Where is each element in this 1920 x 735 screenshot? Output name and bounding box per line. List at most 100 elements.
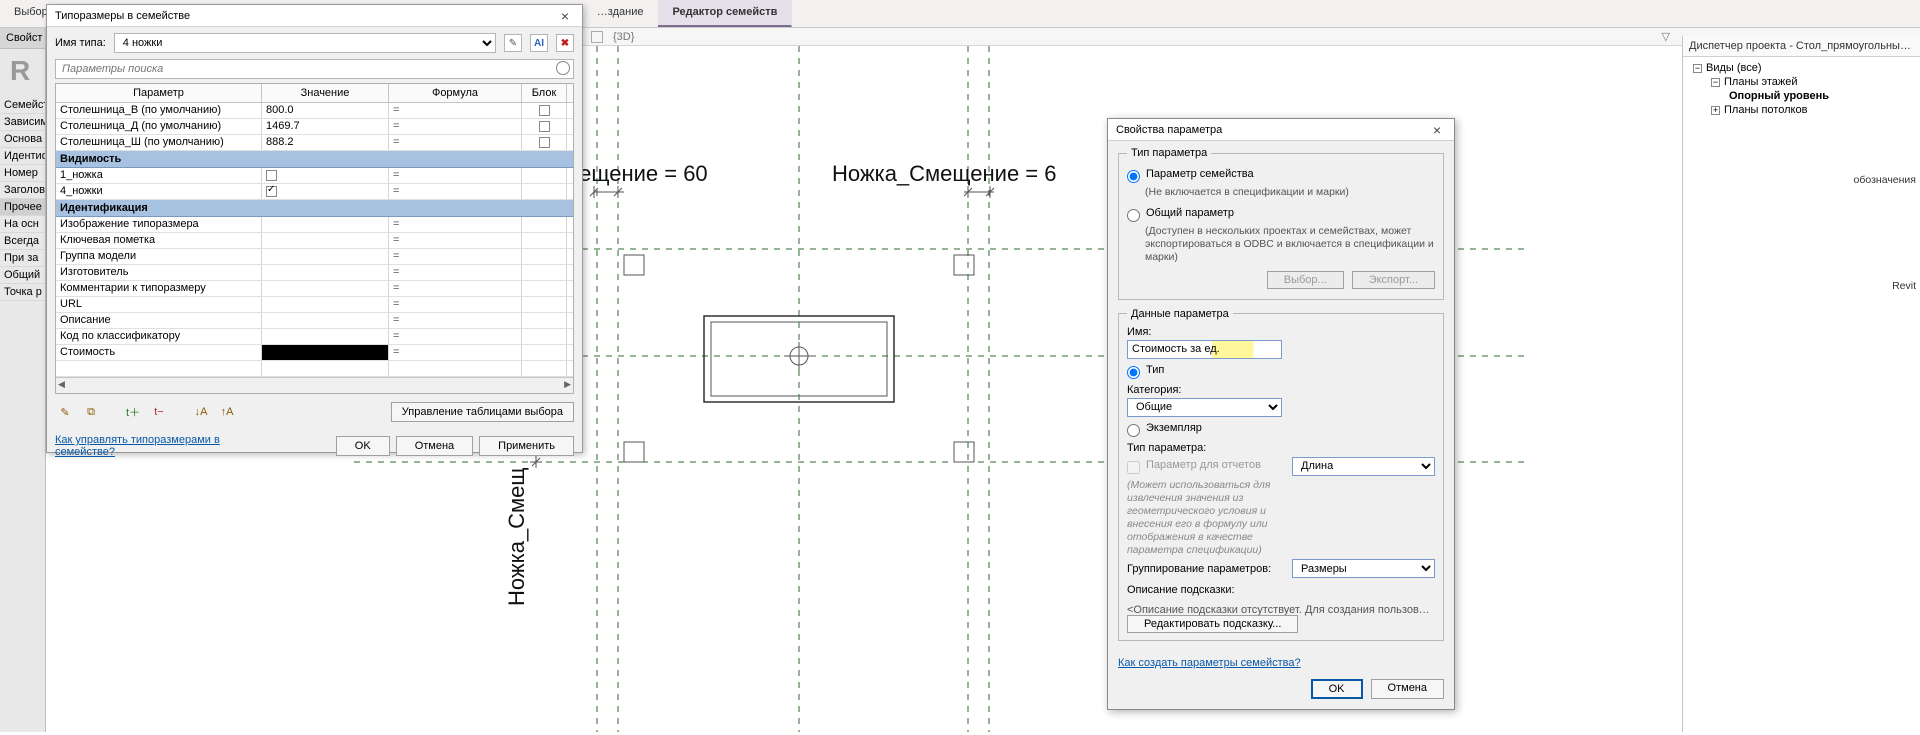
report-hint: (Может использоваться для извлечения зна… [1127,479,1282,558]
dim-label-2: Ножка_Смещение = 6 [832,161,1057,186]
clipped-text: обозначения [1854,174,1916,186]
table-row[interactable]: Группа модели= [56,249,573,265]
param-type-label: Тип параметра: [1127,442,1282,454]
prop-row[interactable]: Семейст [0,97,45,114]
home-icon[interactable] [591,31,603,43]
prop-row[interactable]: Общий [0,267,45,284]
help-link[interactable]: Как управлять типоразмерами в семействе? [55,434,255,458]
apply-button[interactable]: Применить [479,436,574,456]
sort-asc-icon[interactable]: ↓A [191,403,211,421]
table-row[interactable]: 4_ножки= [56,184,573,200]
del-param-icon[interactable]: t− [149,403,169,421]
tree-floor-plans[interactable]: −Планы этажей [1687,75,1916,89]
table-row[interactable]: Ключевая пометка= [56,233,573,249]
prop-row[interactable]: Всегда [0,233,45,250]
tree-ceiling-plans[interactable]: +Планы потолков [1687,103,1916,117]
type-radio[interactable]: Тип [1127,364,1282,379]
table-row[interactable]: Код по классификатору= [56,329,573,345]
view-tab-chevron-icon[interactable]: ▽ [1662,30,1670,43]
type-name-select[interactable]: 4 ножки [114,33,496,53]
instance-radio[interactable]: Экземпляр [1127,422,1282,437]
table-row[interactable]: Описание= [56,313,573,329]
category-select[interactable]: Общие [1127,398,1282,417]
properties-header: Свойст [0,28,45,49]
new-type-icon[interactable]: ✎ [504,34,522,52]
prop-row[interactable]: Точка р [0,284,45,301]
sort-desc-icon[interactable]: ↑A [217,403,237,421]
category-label: Категория: [1127,384,1282,396]
pencil-icon[interactable]: ✎ [55,403,75,421]
col-formula[interactable]: Формула [389,84,522,102]
tree-ref-level[interactable]: Опорный уровень [1687,89,1916,103]
cancel-button[interactable]: Отмена [1371,679,1444,699]
family-types-dialog: Типоразмеры в семействе × Имя типа: 4 но… [46,4,583,453]
delete-type-icon[interactable]: ✖ [556,34,574,52]
group-identity[interactable]: Идентификация [56,200,573,217]
close-icon[interactable]: × [556,8,574,24]
prop-row[interactable]: Зависим [0,114,45,131]
manage-lookup-button[interactable]: Управление таблицами выбора [391,402,574,422]
help-link[interactable]: Как создать параметры семейства? [1118,657,1301,669]
dialog-title: Типоразмеры в семействе [55,10,190,22]
horizontal-scrollbar[interactable] [56,377,573,393]
col-value[interactable]: Значение [262,84,389,102]
rename-type-icon[interactable]: AI [530,34,548,52]
group-visibility[interactable]: Видимость [56,151,573,168]
dim-label-v: Ножка_Смещ [504,467,529,606]
ok-button[interactable]: OK [1311,679,1363,699]
view-name: {3D} [613,31,634,43]
grouping-label: Группирование параметров: [1127,563,1282,575]
table-row[interactable]: Столешница_Д (по умолчанию)1469.7= [56,119,573,135]
clipped-text: Revit [1892,280,1916,292]
table-row[interactable]: Столешница_Ш (по умолчанию)888.2= [56,135,573,151]
project-browser-title: Диспетчер проекта - Стол_прямоугольный_у… [1683,36,1920,57]
ribbon-tab-family-editor[interactable]: Редактор семейств [658,0,792,27]
properties-panel: Свойст R Семейст Зависим Основа Идентиф … [0,28,46,732]
param-data-group: Данные параметра [1127,308,1233,320]
table-row-cost[interactable]: Стоимость= [56,345,573,361]
close-icon[interactable]: × [1428,122,1446,138]
cancel-button[interactable]: Отмена [396,436,473,456]
project-browser: Диспетчер проекта - Стол_прямоугольный_у… [1682,36,1920,732]
table-row [56,361,573,377]
type-name-label: Имя типа: [55,37,106,49]
table-row[interactable]: 1_ножка= [56,168,573,184]
col-block[interactable]: Блок [522,84,567,102]
table-row[interactable]: Столешница_В (по умолчанию)800.0= [56,103,573,119]
select-button: Выбор... [1267,271,1344,289]
search-input[interactable] [55,59,574,79]
parameters-table: Параметр Значение Формула Блок Столешниц… [55,83,574,394]
col-parameter[interactable]: Параметр [56,84,262,102]
parameter-properties-dialog: Свойства параметра × Тип параметра Парам… [1107,118,1455,710]
report-checkbox: Параметр для отчетов [1127,459,1282,474]
grouping-select[interactable]: Размеры [1292,559,1435,578]
param-type-select[interactable]: Длина [1292,457,1435,476]
table-row[interactable]: Изображение типоразмера= [56,217,573,233]
dim-label-1: мещение = 60 [564,161,708,186]
ribbon-tab-create[interactable]: …здание [583,0,659,27]
dialog-title: Свойства параметра [1116,124,1222,136]
new-param-icon[interactable]: t＋ [123,403,143,421]
prop-row[interactable]: Основа [0,131,45,148]
shared-param-radio[interactable]: Общий параметр [1127,207,1435,222]
copy-icon[interactable]: ⧉ [81,403,101,421]
prop-row[interactable]: При за [0,250,45,267]
name-label: Имя: [1127,326,1282,338]
prop-row[interactable]: Заголов [0,182,45,199]
name-input[interactable] [1127,340,1282,359]
prop-row[interactable]: Идентиф [0,148,45,165]
ok-button[interactable]: OK [336,436,390,456]
family-param-hint: (Не включается в спецификации и марки) [1127,186,1435,199]
prop-row[interactable]: Номер [0,165,45,182]
shared-param-hint: (Доступен в нескольких проектах и семейс… [1127,225,1435,264]
prop-row[interactable]: На осн [0,216,45,233]
tree-views[interactable]: −Виды (все) [1687,61,1916,75]
table-row[interactable]: Комментарии к типоразмеру= [56,281,573,297]
search-icon[interactable] [556,61,570,75]
family-param-radio[interactable]: Параметр семейства [1127,168,1435,183]
prop-row[interactable]: Прочее [0,199,45,216]
edit-tip-button[interactable]: Редактировать подсказку... [1127,615,1298,633]
table-row[interactable]: Изготовитель= [56,265,573,281]
export-button: Экспорт... [1352,271,1435,289]
table-row[interactable]: URL= [56,297,573,313]
